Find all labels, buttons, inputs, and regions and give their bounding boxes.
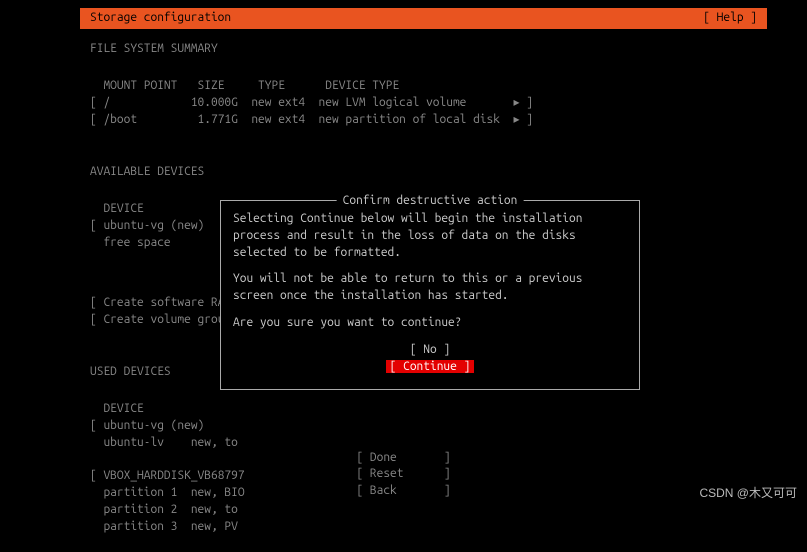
col-size: SIZE bbox=[198, 79, 225, 92]
fs-row[interactable]: [ /boot 1.771G new ext4 new partition of… bbox=[90, 113, 533, 126]
col-mount: MOUNT POINT bbox=[103, 79, 177, 92]
col-type: TYPE bbox=[258, 79, 285, 92]
done-button[interactable]: [ Done ] bbox=[356, 451, 450, 464]
chevron-right-icon: ▸ bbox=[513, 113, 519, 126]
used-vg-row[interactable]: [ ubuntu-vg (new) bbox=[90, 419, 204, 432]
help-button[interactable]: [ Help ] bbox=[703, 10, 757, 27]
back-button[interactable]: [ Back ] bbox=[356, 484, 450, 497]
confirm-dialog: Confirm destructive action Selecting Con… bbox=[220, 200, 640, 390]
reset-button[interactable]: [ Reset ] bbox=[356, 467, 450, 480]
dialog-title: Confirm destructive action bbox=[337, 193, 524, 210]
used-part-row: partition 1 new, BIO bbox=[90, 486, 245, 499]
used-lv-row: ubuntu-lv new, to bbox=[90, 436, 238, 449]
file-system-summary-table: MOUNT POINT SIZE TYPE DEVICE TYPE [ / 10… bbox=[90, 62, 717, 146]
dialog-text: Selecting Continue below will begin the … bbox=[233, 211, 627, 261]
available-devices-title: AVAILABLE DEVICES bbox=[90, 164, 717, 181]
used-part-row: partition 3 new, PV bbox=[90, 520, 238, 533]
no-button[interactable]: [ No ] bbox=[410, 343, 450, 356]
page-title: Storage configuration bbox=[90, 10, 231, 27]
col-device: DEVICE bbox=[103, 202, 143, 215]
chevron-right-icon: ▸ bbox=[513, 96, 519, 109]
used-part-row: partition 2 new, to bbox=[90, 503, 238, 516]
dialog-text: Are you sure you want to continue? bbox=[233, 315, 627, 332]
dialog-text: You will not be able to return to this o… bbox=[233, 271, 627, 305]
col-device: DEVICE bbox=[103, 402, 143, 415]
continue-button[interactable]: [ Continue ] bbox=[386, 360, 475, 373]
watermark: CSDN @木又可可 bbox=[699, 485, 797, 502]
footer-buttons: [ Done ] [ Reset ] [ Back ] bbox=[356, 433, 450, 500]
col-devtype: DEVICE TYPE bbox=[325, 79, 399, 92]
file-system-summary-title: FILE SYSTEM SUMMARY bbox=[90, 41, 717, 58]
fs-row[interactable]: [ / 10.000G new ext4 new LVM logical vol… bbox=[90, 96, 533, 109]
header-bar: Storage configuration [ Help ] bbox=[80, 8, 767, 29]
used-disk-row[interactable]: [ VBOX_HARDDISK_VB68797 bbox=[90, 469, 245, 482]
